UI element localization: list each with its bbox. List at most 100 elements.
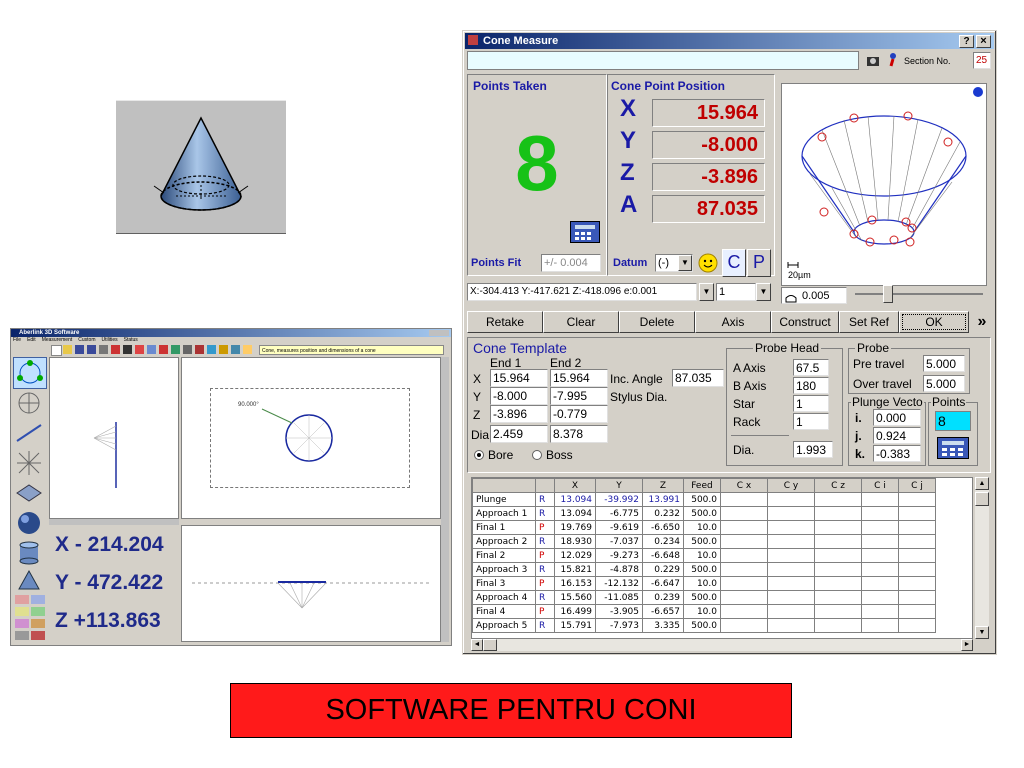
table-cell-y[interactable]: -6.775 bbox=[595, 506, 643, 521]
j-field[interactable]: 0.924 bbox=[873, 427, 921, 444]
table-cell-empty[interactable] bbox=[898, 506, 936, 521]
rack-field[interactable]: 1 bbox=[793, 413, 829, 430]
graph-icon[interactable] bbox=[159, 345, 168, 354]
table-cell-empty[interactable] bbox=[767, 590, 815, 605]
table-cell-empty[interactable] bbox=[767, 506, 815, 521]
table-cell-empty[interactable] bbox=[720, 492, 768, 507]
table-cell-empty[interactable] bbox=[767, 562, 815, 577]
bore-radio[interactable] bbox=[474, 450, 484, 460]
i-field[interactable]: 0.000 bbox=[873, 409, 921, 426]
table-cell-x[interactable]: 15.821 bbox=[554, 562, 596, 577]
k-field[interactable]: -0.383 bbox=[873, 445, 921, 462]
table-cell-y[interactable]: -11.085 bbox=[595, 590, 643, 605]
end2-z-field[interactable]: -0.779 bbox=[550, 405, 608, 423]
end2-y-field[interactable]: -7.995 bbox=[550, 387, 608, 405]
table-cell-empty[interactable] bbox=[767, 604, 815, 619]
menu-edit[interactable]: Edit bbox=[27, 337, 36, 344]
end1-x-field[interactable]: 15.964 bbox=[490, 369, 548, 387]
help-button[interactable]: ? bbox=[959, 35, 974, 48]
end2-x-field[interactable]: 15.964 bbox=[550, 369, 608, 387]
table-cell-feed[interactable]: 500.0 bbox=[683, 590, 721, 605]
table-cell-name[interactable]: Final 2 bbox=[472, 548, 536, 563]
construct-button[interactable]: Construct bbox=[771, 311, 839, 333]
table-cell-empty[interactable] bbox=[720, 576, 768, 591]
table-cell-empty[interactable] bbox=[898, 590, 936, 605]
tool-a-icon[interactable] bbox=[15, 595, 29, 604]
table-cell-empty[interactable] bbox=[814, 576, 862, 591]
table-cell-empty[interactable] bbox=[861, 576, 899, 591]
tool-f-icon[interactable] bbox=[31, 619, 45, 628]
retake-button[interactable]: Retake bbox=[467, 311, 543, 333]
column-header[interactable]: C y bbox=[767, 478, 815, 493]
table-cell-empty[interactable] bbox=[720, 562, 768, 577]
line-tool-icon[interactable] bbox=[13, 419, 45, 447]
table-cell-empty[interactable] bbox=[814, 506, 862, 521]
table-cell-type[interactable]: P bbox=[535, 548, 555, 563]
table-row[interactable]: Final 4 P 16.499 -3.905 -6.657 10.0 bbox=[472, 604, 936, 619]
table-cell-x[interactable]: 19.769 bbox=[554, 520, 596, 535]
table-cell-name[interactable]: Approach 5 bbox=[472, 618, 536, 633]
new-file-icon[interactable] bbox=[51, 345, 62, 356]
table-cell-name[interactable]: Approach 2 bbox=[472, 534, 536, 549]
table-row[interactable]: Approach 2 R 18.930 -7.037 0.234 500.0 bbox=[472, 534, 936, 549]
calculator-icon[interactable] bbox=[570, 221, 600, 243]
table-cell-z[interactable]: 0.232 bbox=[642, 506, 684, 521]
datum-select[interactable]: (-) ▼ bbox=[655, 254, 693, 272]
table-cell-empty[interactable] bbox=[898, 492, 936, 507]
inc-angle-field[interactable]: 87.035 bbox=[672, 369, 724, 387]
main-scrollbar-v[interactable] bbox=[441, 357, 449, 642]
points-count-field[interactable]: 8 bbox=[935, 411, 971, 431]
table-cell-name[interactable]: Approach 1 bbox=[472, 506, 536, 521]
probe-icon[interactable] bbox=[111, 345, 120, 354]
scroll-right-icon[interactable]: ► bbox=[961, 639, 973, 651]
column-header[interactable]: Y bbox=[595, 478, 643, 493]
a-axis-field[interactable]: 67.5 bbox=[793, 359, 829, 376]
view-top[interactable]: 90.000° bbox=[181, 357, 441, 519]
close-button[interactable]: × bbox=[976, 35, 991, 48]
menu-custom[interactable]: Custom bbox=[78, 337, 95, 344]
over-travel-field[interactable]: 5.000 bbox=[923, 375, 965, 392]
table-cell-empty[interactable] bbox=[767, 618, 815, 633]
view-side[interactable] bbox=[49, 357, 179, 519]
print-icon[interactable] bbox=[99, 345, 108, 354]
tolerance-slider-thumb[interactable] bbox=[883, 285, 893, 303]
view-icon[interactable] bbox=[147, 345, 156, 354]
intersection-tool-icon[interactable] bbox=[13, 449, 45, 477]
end1-y-field[interactable]: -8.000 bbox=[490, 387, 548, 405]
table-cell-name[interactable]: Approach 4 bbox=[472, 590, 536, 605]
table-cell-feed[interactable]: 500.0 bbox=[683, 618, 721, 633]
datum-dropdown-icon[interactable]: ▼ bbox=[678, 255, 692, 271]
table-cell-empty[interactable] bbox=[767, 576, 815, 591]
table-cell-y[interactable]: -3.905 bbox=[595, 604, 643, 619]
cylinder-tool-icon[interactable] bbox=[13, 539, 45, 567]
table-cell-y[interactable]: -7.037 bbox=[595, 534, 643, 549]
scroll-down-icon[interactable]: ▼ bbox=[975, 626, 989, 639]
ok-button[interactable]: OK bbox=[899, 311, 969, 333]
table-row[interactable]: Approach 5 R 15.791 -7.973 3.335 500.0 bbox=[472, 618, 936, 633]
smiley-icon[interactable] bbox=[698, 253, 718, 273]
help-icon[interactable] bbox=[231, 345, 240, 354]
table-scrollbar-h[interactable]: ◄ ► bbox=[471, 639, 973, 651]
table-row[interactable]: Approach 1 R 13.094 -6.775 0.232 500.0 bbox=[472, 506, 936, 521]
p-button[interactable]: P bbox=[747, 249, 771, 277]
save-all-icon[interactable] bbox=[87, 345, 96, 354]
set-ref-button[interactable]: Set Ref bbox=[839, 311, 899, 333]
table-cell-empty[interactable] bbox=[861, 618, 899, 633]
section-number[interactable]: 25 bbox=[973, 52, 991, 69]
rotate-icon[interactable] bbox=[207, 345, 216, 354]
table-cell-feed[interactable]: 10.0 bbox=[683, 576, 721, 591]
table-cell-type[interactable]: P bbox=[535, 576, 555, 591]
menu-measurement[interactable]: Measurement bbox=[42, 337, 73, 344]
machine-icon[interactable] bbox=[864, 51, 882, 70]
table-cell-z[interactable]: -6.647 bbox=[642, 576, 684, 591]
scroll-thumb[interactable] bbox=[975, 492, 989, 506]
column-header[interactable]: C j bbox=[898, 478, 936, 493]
clear-button[interactable]: Clear bbox=[543, 311, 619, 333]
table-cell-type[interactable]: R bbox=[535, 506, 555, 521]
table-cell-empty[interactable] bbox=[898, 548, 936, 563]
table-row[interactable]: Final 3 P 16.153 -12.132 -6.647 10.0 bbox=[472, 576, 936, 591]
table-cell-empty[interactable] bbox=[814, 548, 862, 563]
status-icon[interactable] bbox=[243, 345, 252, 354]
table-cell-empty[interactable] bbox=[898, 618, 936, 633]
table-cell-name[interactable]: Final 3 bbox=[472, 576, 536, 591]
